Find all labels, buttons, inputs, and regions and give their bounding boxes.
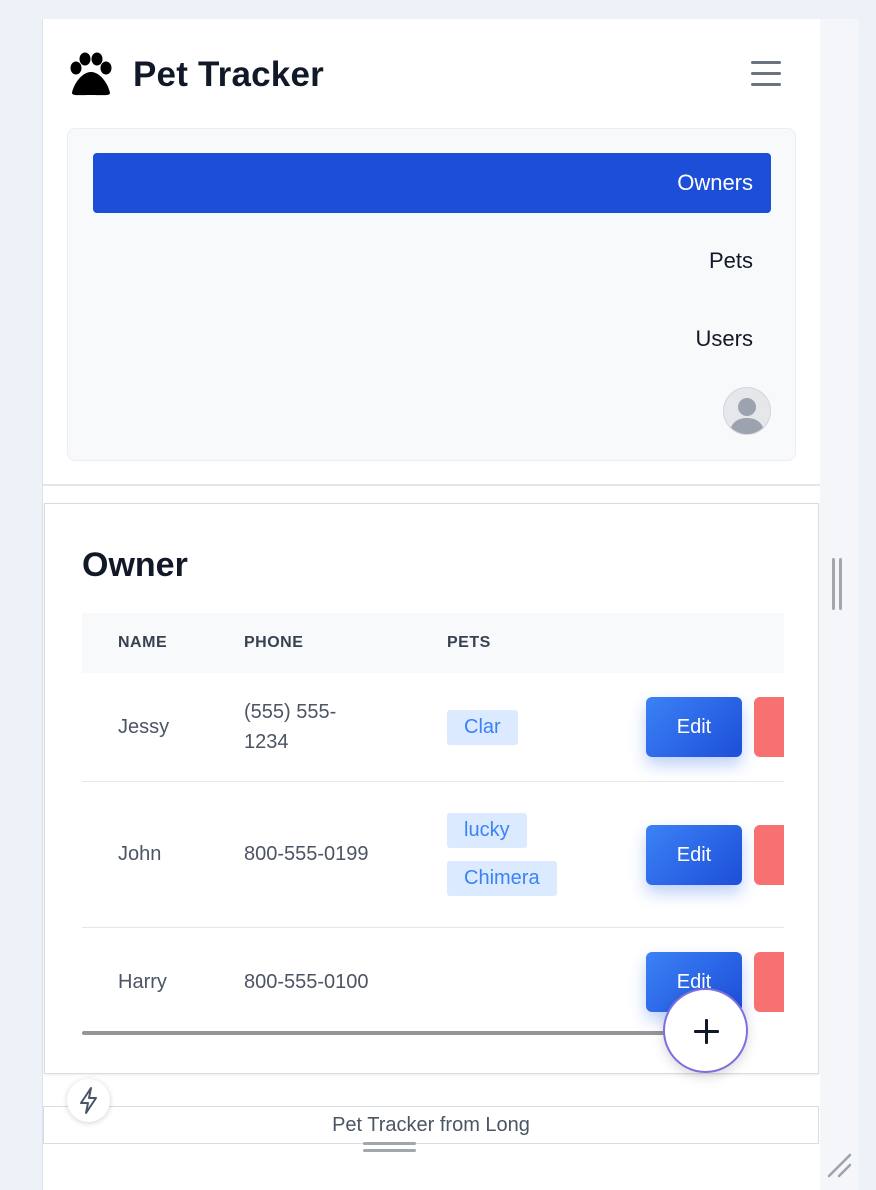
owners-table[interactable]: NAME PHONE PETS Jessy (555) 555- 1234 Cl… <box>82 613 784 1037</box>
owner-phone-line2: 1234 <box>244 731 289 753</box>
owner-name: Harry <box>118 971 167 993</box>
user-silhouette-icon <box>729 398 765 434</box>
resize-grip-icon[interactable] <box>826 1152 854 1180</box>
nav-menu: Owners Pets Users <box>67 128 796 461</box>
column-header-phone: PHONE <box>244 634 304 651</box>
pet-badge[interactable]: Clar <box>447 710 518 745</box>
header-divider <box>43 484 821 486</box>
lightning-button[interactable] <box>67 1079 110 1122</box>
owner-phone-line1: (555) 555- <box>244 701 337 723</box>
footer: Pet Tracker from Long <box>43 1106 819 1144</box>
table-row: John 800-555-0199 lucky Chimera Edit <box>82 782 784 928</box>
vertical-resize-handle[interactable] <box>832 558 844 610</box>
horizontal-scrollbar[interactable] <box>82 1031 682 1035</box>
edit-button[interactable]: Edit <box>646 697 742 757</box>
paw-icon <box>70 52 112 96</box>
add-owner-button[interactable] <box>663 988 748 1073</box>
app-window: Pet Tracker Owners Pets Users Owner NAME… <box>42 19 821 1190</box>
column-header-name: NAME <box>118 634 168 651</box>
header: Pet Tracker <box>43 19 821 129</box>
page-title: Owner <box>82 546 188 584</box>
hamburger-menu-icon[interactable] <box>749 59 783 89</box>
owner-phone: 800-555-0100 <box>244 971 369 993</box>
table-header: NAME PHONE PETS <box>82 613 784 673</box>
owner-phone: 800-555-0199 <box>244 843 369 865</box>
user-avatar-icon[interactable] <box>723 387 771 435</box>
owner-name: Jessy <box>118 716 170 738</box>
column-header-pets: PETS <box>447 634 491 651</box>
pet-badge[interactable]: Chimera <box>447 861 557 896</box>
edit-button[interactable]: Edit <box>646 825 742 885</box>
pet-badge[interactable]: lucky <box>447 813 527 848</box>
delete-button[interactable] <box>754 697 784 757</box>
horizontal-resize-handle[interactable] <box>363 1142 416 1154</box>
delete-button[interactable] <box>754 825 784 885</box>
nav-item-users[interactable]: Users <box>93 309 771 369</box>
table-row: Jessy (555) 555- 1234 Clar Edit <box>82 673 784 782</box>
owner-name: John <box>118 843 162 865</box>
delete-button[interactable] <box>754 952 784 1012</box>
nav-item-owners[interactable]: Owners <box>93 153 771 213</box>
lightning-icon <box>80 1087 97 1114</box>
plus-icon-vertical <box>705 1019 708 1044</box>
app-title: Pet Tracker <box>133 55 324 94</box>
nav-item-pets[interactable]: Pets <box>93 231 771 291</box>
